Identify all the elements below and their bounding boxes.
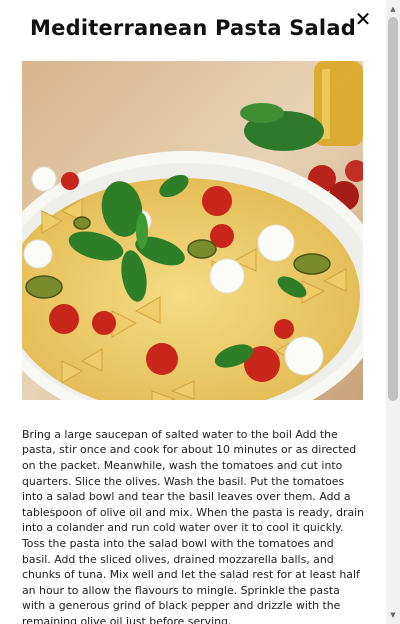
scrollbar[interactable]: ▲ ▼: [386, 0, 400, 624]
scroll-down-arrow-icon[interactable]: ▼: [386, 608, 400, 622]
recipe-title: Mediterranean Pasta Salad: [30, 16, 356, 40]
close-icon[interactable]: ✕: [352, 7, 374, 31]
scroll-thumb[interactable]: [388, 17, 398, 401]
recipe-modal: Mediterranean Pasta Salad ✕ Bring a larg…: [0, 0, 386, 624]
recipe-photo: [22, 61, 363, 400]
recipe-description: Bring a large saucepan of salted water t…: [22, 427, 365, 624]
scroll-up-arrow-icon[interactable]: ▲: [386, 2, 400, 16]
pasta-salad-image: [22, 61, 363, 400]
